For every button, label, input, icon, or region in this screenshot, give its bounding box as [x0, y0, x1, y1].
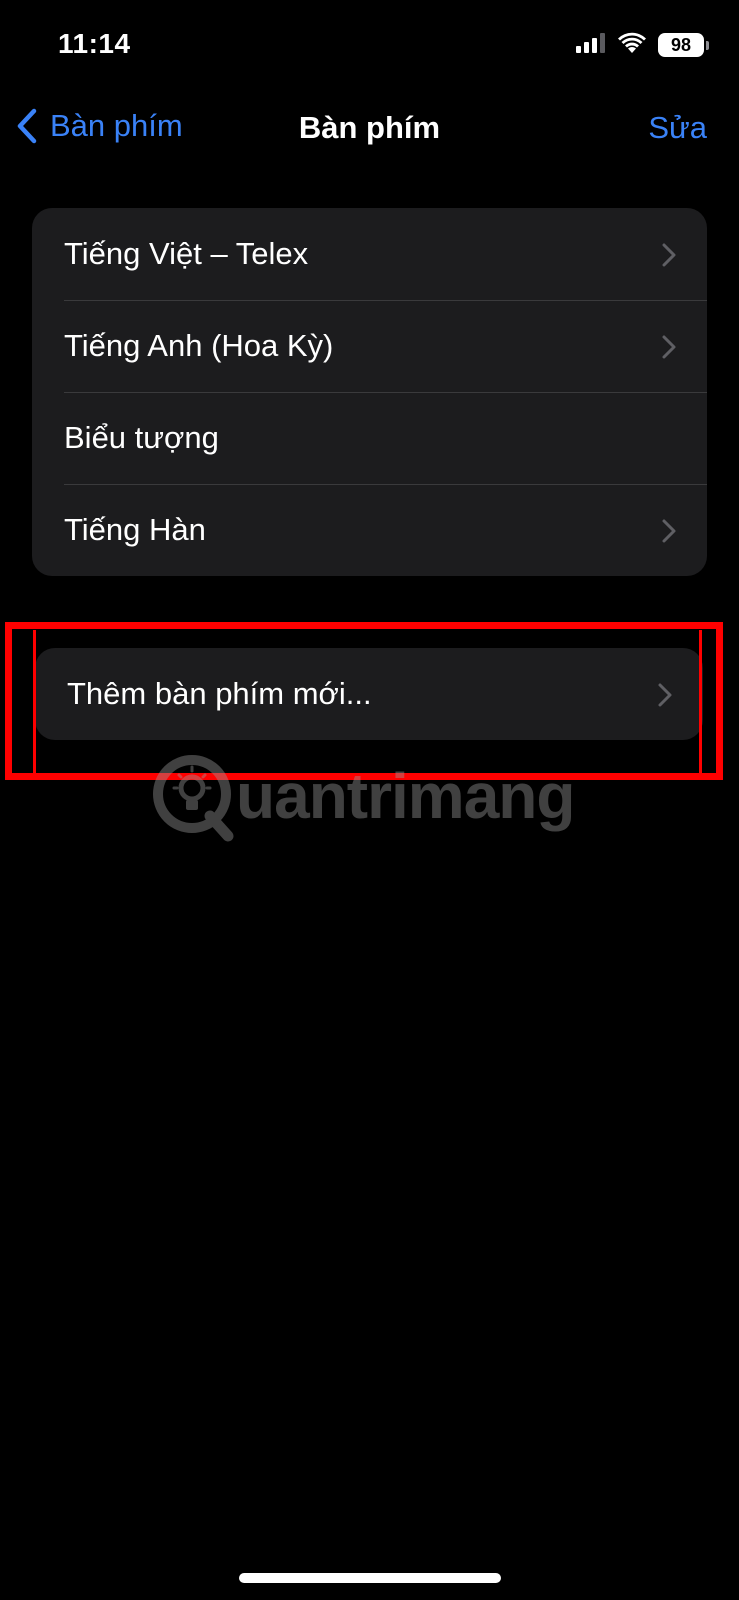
back-button[interactable]: Bàn phím [16, 108, 183, 144]
chevron-right-icon [658, 683, 672, 707]
keyboard-item-label: Tiếng Hàn [64, 512, 206, 547]
watermark-text: uantrimang [236, 760, 575, 832]
add-keyboard-group: Thêm bàn phím mới... [35, 648, 703, 740]
cellular-signal-icon [576, 32, 606, 58]
back-button-label: Bàn phím [50, 108, 183, 143]
lightbulb-logo-icon [153, 755, 234, 842]
status-icons: 98 [576, 32, 709, 58]
keyboard-item-label: Tiếng Việt – Telex [64, 236, 309, 271]
chevron-right-icon [662, 335, 676, 359]
chevron-left-icon [17, 108, 37, 144]
keyboard-item-vietnamese-telex[interactable]: Tiếng Việt – Telex [32, 208, 707, 300]
status-bar: 11:14 98 [0, 0, 739, 92]
battery-icon: 98 [658, 33, 704, 57]
keyboard-item-label: Biểu tượng [64, 420, 219, 455]
edit-button[interactable]: Sửa [648, 110, 707, 146]
add-new-keyboard-label: Thêm bàn phím mới... [67, 676, 372, 711]
add-new-keyboard-button[interactable]: Thêm bàn phím mới... [35, 648, 703, 740]
watermark-logo: uantrimang [148, 750, 575, 842]
wifi-icon [618, 32, 646, 58]
keyboard-item-korean[interactable]: Tiếng Hàn [32, 484, 707, 576]
battery-level: 98 [670, 34, 692, 55]
keyboard-item-label: Tiếng Anh (Hoa Kỳ) [64, 328, 334, 363]
navigation-bar: Bàn phím Bàn phím Sửa [0, 98, 739, 162]
battery-tip [706, 40, 709, 50]
keyboard-item-english-us[interactable]: Tiếng Anh (Hoa Kỳ) [32, 300, 707, 392]
keyboard-list: Tiếng Việt – Telex Tiếng Anh (Hoa Kỳ) Bi… [32, 208, 707, 576]
status-time: 11:14 [58, 28, 131, 59]
keyboard-item-emoji[interactable]: Biểu tượng [32, 392, 707, 484]
chevron-right-icon [662, 243, 676, 267]
chevron-right-icon [662, 519, 676, 543]
home-indicator[interactable] [239, 1573, 501, 1583]
